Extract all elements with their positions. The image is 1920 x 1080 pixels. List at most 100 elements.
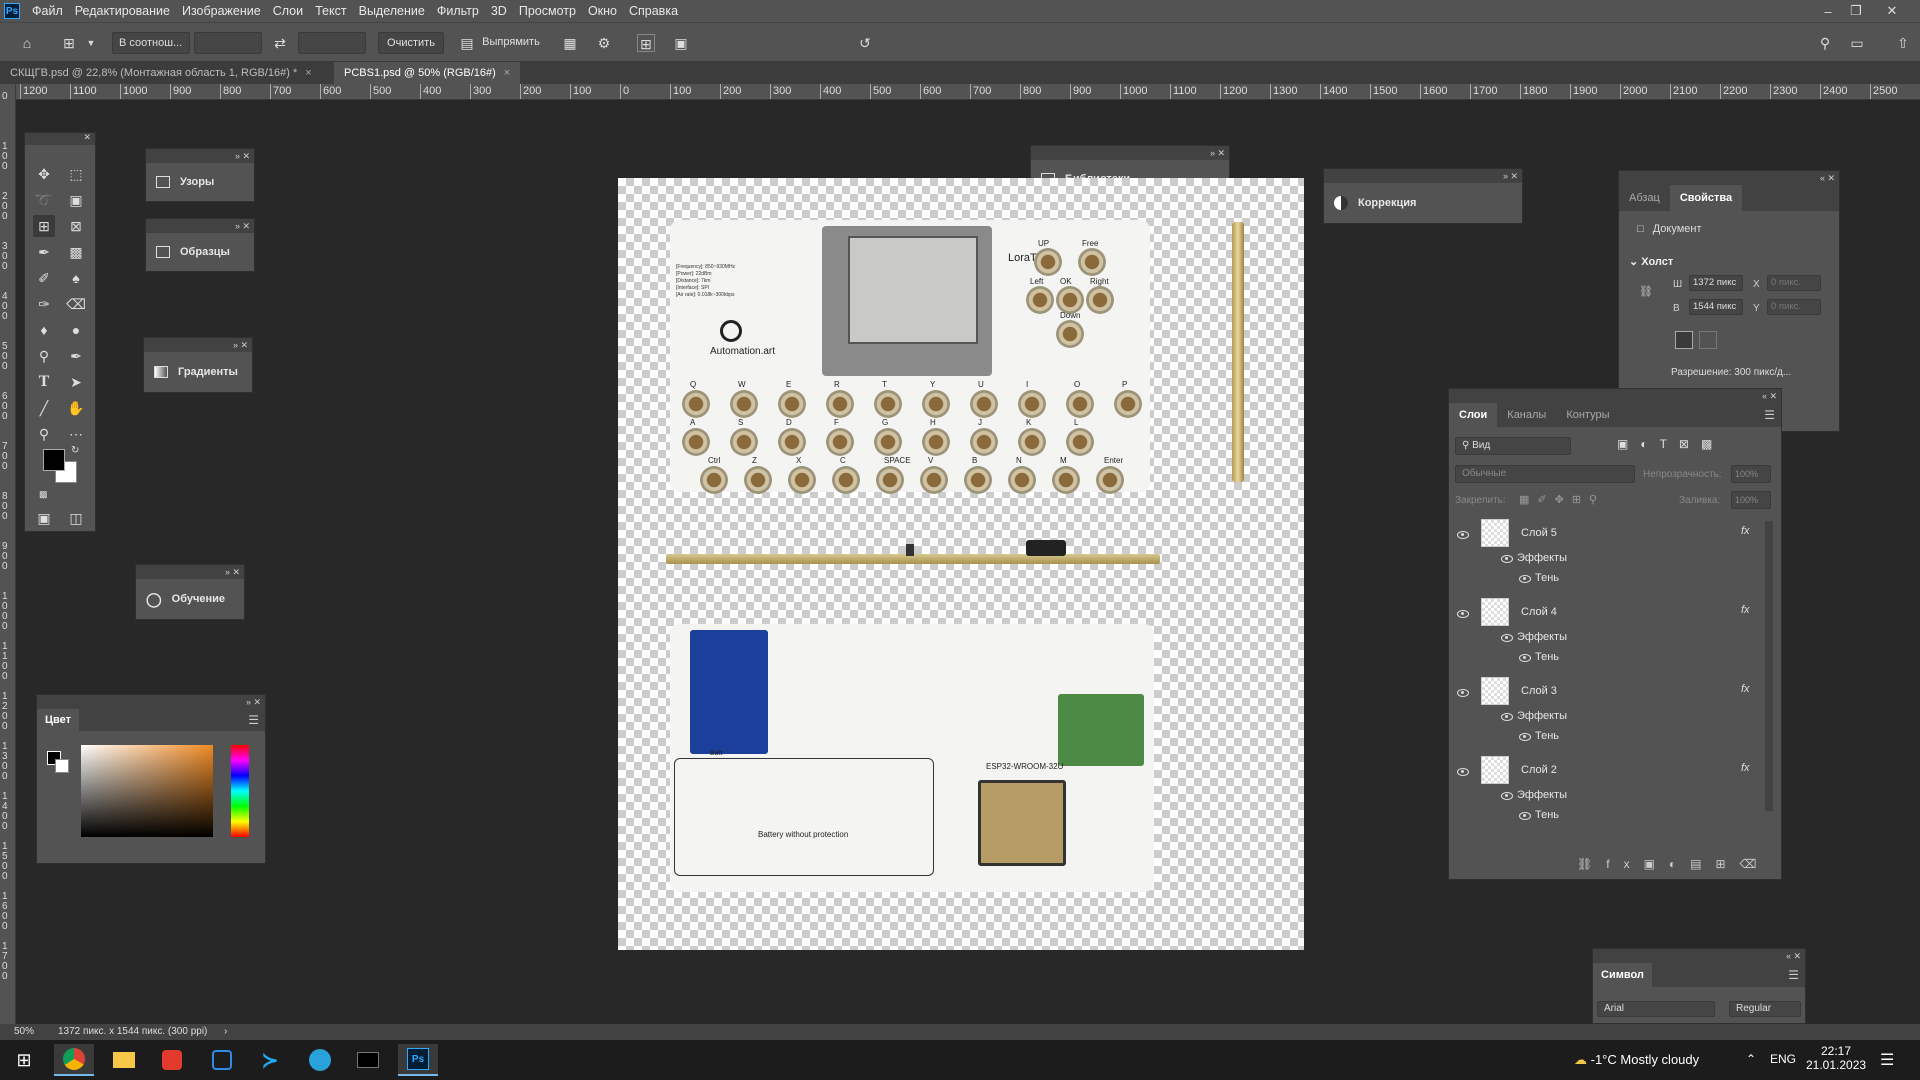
tab-color[interactable]: Цвет bbox=[37, 709, 80, 731]
home-icon[interactable]: ⌂ bbox=[18, 34, 36, 52]
close-icon[interactable]: » ✕ bbox=[1503, 169, 1518, 183]
tab-pcbs1[interactable]: PCBS1.psd @ 50% (RGB/16#) × bbox=[334, 62, 521, 84]
crop-tool-icon[interactable]: ⊞ bbox=[60, 34, 78, 52]
document-canvas[interactable]: [Frequency]: 850~930MHz [Power]: 22dBm [… bbox=[618, 178, 1304, 950]
tab-layers[interactable]: Слои bbox=[1449, 402, 1498, 428]
chevron-down-icon[interactable]: ▼ bbox=[82, 34, 100, 52]
eye-icon[interactable] bbox=[1501, 792, 1513, 800]
menu-filter[interactable]: Фильтр bbox=[431, 0, 485, 22]
close-icon[interactable]: « ✕ bbox=[1762, 389, 1777, 403]
link-icon[interactable]: ⛓ bbox=[1639, 285, 1653, 298]
clock[interactable]: 22:17 21.01.2023 bbox=[1806, 1044, 1866, 1072]
eraser-tool-icon[interactable]: ⌫ bbox=[65, 293, 87, 315]
close-icon[interactable]: » ✕ bbox=[225, 565, 240, 579]
more-tools-icon[interactable]: ⋯ bbox=[65, 423, 87, 445]
canvas-x-input[interactable]: 0 пикс. bbox=[1767, 275, 1821, 291]
workspace-icon[interactable]: ▭ bbox=[1848, 34, 1866, 52]
search-icon[interactable]: ⚲ bbox=[1816, 34, 1834, 52]
tab-properties[interactable]: Свойства bbox=[1669, 185, 1743, 211]
panel-menu-icon[interactable]: ☰ bbox=[1788, 968, 1799, 982]
chevron-up-icon[interactable]: ⌃ bbox=[1746, 1052, 1756, 1066]
paint-bucket-icon[interactable]: ♦ bbox=[33, 319, 55, 341]
history-brush-icon[interactable]: ✑ bbox=[33, 293, 55, 315]
eye-icon[interactable] bbox=[1457, 768, 1469, 776]
dodge-tool-icon[interactable]: ⚲ bbox=[33, 345, 55, 367]
screen-mode-icon[interactable]: ◫ bbox=[65, 507, 87, 529]
fx-icon[interactable]: fx bbox=[1741, 604, 1750, 616]
layer-item[interactable]: Слой 5 fx Эффекты Тень bbox=[1449, 519, 1769, 598]
clear-button[interactable]: Очистить bbox=[378, 32, 444, 54]
landscape-icon[interactable] bbox=[1699, 331, 1717, 349]
default-colors-icon[interactable]: ▩ bbox=[39, 489, 48, 500]
menu-window[interactable]: Окно bbox=[582, 0, 623, 22]
close-icon[interactable]: « ✕ bbox=[1820, 171, 1835, 185]
fill-input[interactable]: 100% bbox=[1731, 491, 1771, 509]
close-icon[interactable]: » ✕ bbox=[1210, 146, 1225, 160]
content-aware-icon[interactable]: ▣ bbox=[672, 34, 690, 52]
notifications-icon[interactable]: ☰ bbox=[1880, 1050, 1894, 1070]
adjustments-panel-button[interactable]: Коррекция bbox=[1324, 183, 1522, 223]
zoom-tool-icon[interactable]: ⚲ bbox=[33, 423, 55, 445]
stamp-tool-icon[interactable]: ♠ bbox=[65, 267, 87, 289]
color-field[interactable] bbox=[81, 745, 213, 837]
close-icon[interactable]: » ✕ bbox=[246, 695, 261, 709]
gradients-panel-button[interactable]: Градиенты bbox=[144, 352, 252, 392]
layer-filter-select[interactable]: ⚲ Вид bbox=[1455, 437, 1571, 455]
canvas-width-input[interactable]: 1372 пикс bbox=[1689, 275, 1743, 291]
wps-icon[interactable] bbox=[152, 1044, 192, 1076]
menu-type[interactable]: Текст bbox=[309, 0, 352, 22]
canvas-section[interactable]: ⌄ Холст bbox=[1629, 255, 1673, 268]
blend-mode-select[interactable]: Обычные bbox=[1455, 465, 1635, 483]
layer-name[interactable]: Слой 3 bbox=[1521, 685, 1557, 697]
font-style-select[interactable]: Regular bbox=[1729, 1001, 1801, 1017]
background-color-swatch[interactable] bbox=[55, 759, 69, 773]
close-icon[interactable]: × bbox=[305, 67, 311, 79]
menu-edit[interactable]: Редактирование bbox=[69, 0, 176, 22]
path-select-icon[interactable]: ➤ bbox=[65, 371, 87, 393]
layer-name[interactable]: Слой 2 bbox=[1521, 764, 1557, 776]
tab-paragraph[interactable]: Абзац bbox=[1619, 185, 1670, 211]
pen-tool-icon[interactable]: ✒ bbox=[65, 345, 87, 367]
quick-mask-icon[interactable]: ▣ bbox=[33, 507, 55, 529]
patch-tool-icon[interactable]: ▩ bbox=[65, 241, 87, 263]
menu-view[interactable]: Просмотр bbox=[513, 0, 582, 22]
eye-icon[interactable] bbox=[1457, 610, 1469, 618]
menu-layers[interactable]: Слои bbox=[267, 0, 309, 22]
frame-tool-icon[interactable]: ⊠ bbox=[65, 215, 87, 237]
fx-icon[interactable]: fx bbox=[1741, 683, 1750, 695]
fx-icon[interactable]: fx bbox=[1741, 525, 1750, 537]
close-icon[interactable]: » ✕ bbox=[233, 338, 248, 352]
tab-paths[interactable]: Контуры bbox=[1556, 402, 1619, 428]
eye-icon[interactable] bbox=[1519, 654, 1531, 662]
swap-colors-icon[interactable]: ↻ bbox=[71, 445, 79, 456]
telegram-icon[interactable] bbox=[300, 1044, 340, 1076]
close-icon[interactable]: » ✕ bbox=[235, 219, 250, 233]
layer-item[interactable]: Слой 3 fx Эффекты Тень bbox=[1449, 677, 1769, 756]
eye-icon[interactable] bbox=[1501, 555, 1513, 563]
reset-icon[interactable]: ↺ bbox=[856, 34, 874, 52]
menu-3d[interactable]: 3D bbox=[485, 0, 513, 22]
c-app-icon[interactable] bbox=[202, 1044, 242, 1076]
height-input[interactable] bbox=[298, 32, 366, 54]
lasso-tool-icon[interactable]: ➰ bbox=[33, 189, 55, 211]
layer-name[interactable]: Слой 4 bbox=[1521, 606, 1557, 618]
eye-icon[interactable] bbox=[1501, 634, 1513, 642]
eye-icon[interactable] bbox=[1519, 733, 1531, 741]
eye-icon[interactable] bbox=[1457, 689, 1469, 697]
font-family-select[interactable]: Arial bbox=[1597, 1001, 1715, 1017]
menu-file[interactable]: Файл bbox=[26, 0, 69, 22]
foreground-color-swatch[interactable] bbox=[43, 449, 65, 471]
straighten-button[interactable]: Выпрямить bbox=[478, 32, 544, 54]
file-explorer-icon[interactable] bbox=[104, 1044, 144, 1076]
tab-channels[interactable]: Каналы bbox=[1497, 402, 1556, 428]
swatches-panel-button[interactable]: Образцы bbox=[146, 233, 254, 271]
tab-character[interactable]: Символ bbox=[1593, 963, 1652, 987]
learn-panel-button[interactable]: ◯ Обучение bbox=[136, 579, 244, 619]
delete-cropped-icon[interactable]: ⊞ bbox=[637, 34, 655, 52]
close-icon[interactable]: » ✕ bbox=[235, 149, 250, 163]
eye-icon[interactable] bbox=[1519, 812, 1531, 820]
canvas-height-input[interactable]: 1544 пикс bbox=[1689, 299, 1743, 315]
fx-icon[interactable]: fx bbox=[1741, 762, 1750, 774]
type-tool-icon[interactable]: T bbox=[33, 371, 55, 393]
marquee-tool-icon[interactable]: ⬚ bbox=[65, 163, 87, 185]
